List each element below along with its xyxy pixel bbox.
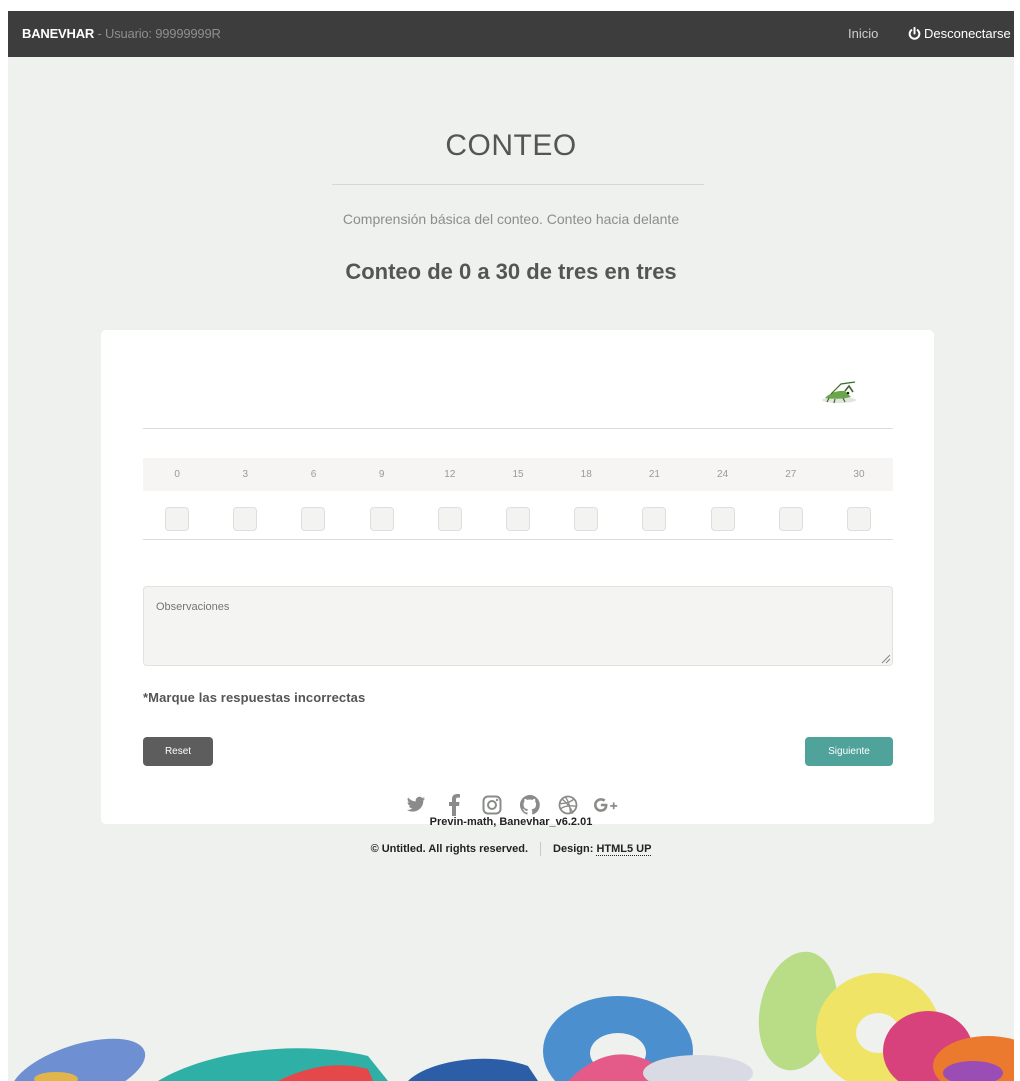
answer-checkbox-row bbox=[143, 506, 893, 532]
checkbox-cell bbox=[279, 506, 347, 532]
power-icon bbox=[908, 27, 921, 40]
number-label: 6 bbox=[310, 469, 317, 480]
facebook-icon[interactable] bbox=[442, 793, 466, 817]
reset-button[interactable]: Reset bbox=[143, 737, 213, 766]
incorrect-checkbox-21[interactable] bbox=[642, 507, 667, 531]
number-label: 3 bbox=[242, 469, 249, 480]
number-label: 21 bbox=[648, 469, 660, 480]
footer-separator bbox=[540, 842, 542, 856]
card-divider-top bbox=[143, 428, 893, 429]
checkbox-cell bbox=[143, 506, 211, 532]
number-label: 12 bbox=[444, 469, 456, 480]
incorrect-checkbox-15[interactable] bbox=[506, 507, 531, 531]
top-navbar: BANEVHAR - Usuario: 99999999R Inicio Des… bbox=[8, 11, 1014, 57]
instruction-note: *Marque las respuestas incorrectas bbox=[143, 690, 366, 705]
incorrect-checkbox-27[interactable] bbox=[778, 507, 803, 531]
nav-home-link[interactable]: Inicio bbox=[848, 26, 878, 41]
checkbox-cell bbox=[552, 506, 620, 532]
page-subtitle: Comprensión básica del conteo. Conteo ha… bbox=[342, 211, 680, 227]
social-links bbox=[8, 793, 1014, 817]
incorrect-checkbox-0[interactable] bbox=[165, 507, 190, 531]
footer-design-label: Design: bbox=[553, 842, 597, 855]
checkbox-cell bbox=[825, 506, 893, 532]
incorrect-checkbox-3[interactable] bbox=[233, 507, 258, 531]
dribbble-icon[interactable] bbox=[556, 793, 580, 817]
logout-label: Desconectarse bbox=[924, 26, 1011, 41]
user-label: - Usuario: 99999999R bbox=[94, 26, 221, 41]
number-label: 0 bbox=[174, 469, 180, 480]
exercise-card: 0 3 6 9 12 15 18 21 24 27 30 Observacion… bbox=[101, 330, 934, 824]
title-divider bbox=[332, 184, 704, 185]
incorrect-checkbox-18[interactable] bbox=[574, 507, 599, 531]
number-label: 18 bbox=[580, 469, 592, 480]
instagram-icon[interactable] bbox=[480, 793, 504, 817]
incorrect-checkbox-30[interactable] bbox=[846, 507, 871, 531]
exercise-heading: Conteo de 0 a 30 de tres en tres bbox=[345, 259, 677, 284]
footer-copyright: © Untitled. All rights reserved. bbox=[370, 842, 529, 855]
checkbox-cell bbox=[211, 506, 279, 532]
number-label: 24 bbox=[717, 469, 729, 480]
number-label: 27 bbox=[785, 469, 797, 480]
next-button[interactable]: Siguiente bbox=[805, 737, 893, 766]
checkbox-cell bbox=[757, 506, 825, 532]
cricket-icon bbox=[822, 381, 856, 404]
checkbox-cell bbox=[348, 506, 416, 532]
card-divider-bottom bbox=[143, 539, 893, 540]
number-label: 30 bbox=[853, 469, 865, 480]
number-label: 15 bbox=[512, 469, 524, 480]
incorrect-checkbox-6[interactable] bbox=[301, 507, 326, 531]
incorrect-checkbox-9[interactable] bbox=[369, 507, 394, 531]
page: BANEVHAR - Usuario: 99999999R Inicio Des… bbox=[8, 11, 1014, 1081]
github-icon[interactable] bbox=[518, 793, 542, 817]
footer-version: Previn-math, Banevhar_v6.2.01 bbox=[429, 816, 593, 828]
resize-grip-icon[interactable] bbox=[879, 652, 891, 664]
twitter-icon[interactable] bbox=[404, 793, 428, 817]
page-title: CONTEO bbox=[445, 129, 577, 162]
google-plus-icon[interactable] bbox=[594, 793, 618, 817]
checkbox-cell bbox=[416, 506, 484, 532]
logout-link[interactable]: Desconectarse bbox=[908, 26, 1011, 41]
footer-credits: © Untitled. All rights reserved. Design: … bbox=[8, 842, 1014, 856]
brand: BANEVHAR - Usuario: 99999999R bbox=[22, 26, 221, 41]
design-credit-link[interactable]: HTML5 UP bbox=[596, 842, 652, 856]
checkbox-cell bbox=[689, 506, 757, 532]
observations-field[interactable] bbox=[143, 586, 893, 666]
numbers-header-row: 0 3 6 9 12 15 18 21 24 27 30 bbox=[143, 458, 893, 491]
checkbox-cell bbox=[484, 506, 552, 532]
brand-name[interactable]: BANEVHAR bbox=[22, 26, 94, 41]
incorrect-checkbox-12[interactable] bbox=[437, 507, 462, 531]
number-label: 9 bbox=[378, 469, 385, 480]
checkbox-cell bbox=[620, 506, 688, 532]
incorrect-checkbox-24[interactable] bbox=[710, 507, 735, 531]
